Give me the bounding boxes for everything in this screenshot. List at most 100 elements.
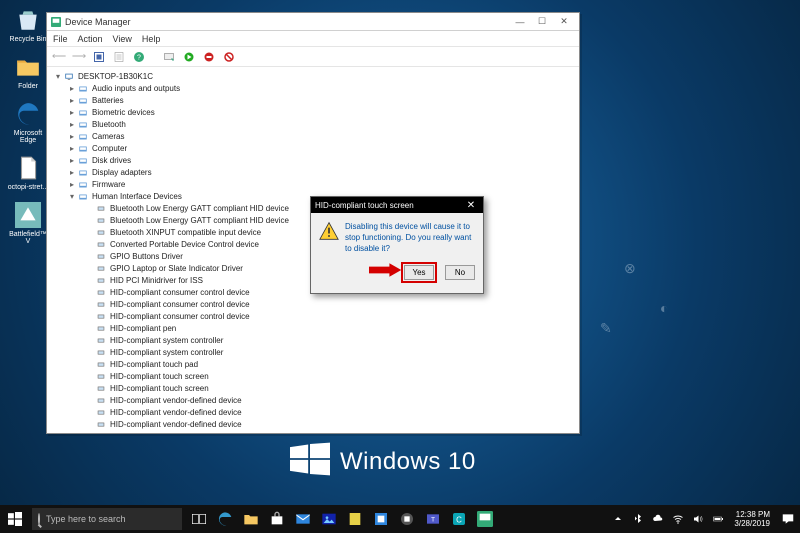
- background-doodle: ◐: [660, 300, 668, 316]
- taskbar-clock[interactable]: 12:38 PM 3/28/2019: [728, 510, 776, 528]
- taskbar-app-generic-notes[interactable]: [342, 505, 368, 533]
- taskbar-app-photos[interactable]: [316, 505, 342, 533]
- collapse-icon[interactable]: ▾: [53, 71, 63, 83]
- expand-icon[interactable]: ▸: [67, 143, 77, 155]
- expand-icon[interactable]: ▸: [67, 179, 77, 191]
- scan-button[interactable]: [161, 49, 177, 65]
- tree-device[interactable]: HID-compliant vendor-defined device: [49, 407, 577, 419]
- desktop-icon-edge[interactable]: Microsoft Edge: [6, 100, 50, 144]
- device-icon: [95, 408, 107, 418]
- tree-category[interactable]: ▸Audio inputs and outputs: [49, 83, 577, 95]
- taskbar-app-explorer[interactable]: [238, 505, 264, 533]
- desktop-icon-file[interactable]: octopi-stret...: [6, 154, 50, 191]
- expand-icon[interactable]: ▸: [67, 107, 77, 119]
- device-icon: [95, 420, 107, 430]
- minimize-button[interactable]: —: [509, 15, 531, 29]
- tree-category[interactable]: ▸Biometric devices: [49, 107, 577, 119]
- tree-device[interactable]: HID-compliant touch screen: [49, 371, 577, 383]
- tray-battery-icon[interactable]: [708, 505, 728, 533]
- tray-onedrive-icon[interactable]: [648, 505, 668, 533]
- tree-device[interactable]: HID-compliant touch pad: [49, 359, 577, 371]
- enable-button[interactable]: [181, 49, 197, 65]
- tray-volume-icon[interactable]: [688, 505, 708, 533]
- tree-device[interactable]: HID-compliant system controller: [49, 335, 577, 347]
- disable-button[interactable]: [201, 49, 217, 65]
- taskbar-app-generic-c[interactable]: C: [446, 505, 472, 533]
- taskbar-app-edge[interactable]: [212, 505, 238, 533]
- menu-file[interactable]: File: [53, 34, 68, 44]
- tree-device[interactable]: HID-compliant vendor-defined device: [49, 419, 577, 431]
- tree-device-label: HID-compliant vendor-defined device: [110, 419, 242, 431]
- tray-overflow-button[interactable]: [608, 505, 628, 533]
- tree-category-label: Cameras: [92, 131, 124, 143]
- uninstall-button[interactable]: [221, 49, 237, 65]
- taskbar-app-generic-teams[interactable]: T: [420, 505, 446, 533]
- tree-device[interactable]: HID-compliant consumer control device: [49, 299, 577, 311]
- dialog-close-button[interactable]: ✕: [463, 198, 479, 212]
- tree-category[interactable]: ▸Disk drives: [49, 155, 577, 167]
- no-button[interactable]: No: [445, 265, 475, 280]
- back-button[interactable]: ⟵: [51, 49, 67, 65]
- device-icon: [95, 336, 107, 346]
- menu-view[interactable]: View: [113, 34, 132, 44]
- tree-category[interactable]: ▸Firmware: [49, 179, 577, 191]
- tree-device[interactable]: HID-compliant consumer control device: [49, 311, 577, 323]
- desktop-icon-battlefield[interactable]: Battlefield™ V: [6, 201, 50, 245]
- tree-category[interactable]: ▸Computer: [49, 143, 577, 155]
- taskbar-app-mail[interactable]: [290, 505, 316, 533]
- expand-icon[interactable]: ▸: [67, 131, 77, 143]
- properties-button[interactable]: [111, 49, 127, 65]
- help-button[interactable]: ?: [131, 49, 147, 65]
- taskbar-app-generic-blue[interactable]: [368, 505, 394, 533]
- tray-wifi-icon[interactable]: [668, 505, 688, 533]
- tree-category[interactable]: ▸Batteries: [49, 95, 577, 107]
- device-icon: [95, 264, 107, 274]
- taskbar-app-generic-dark[interactable]: [394, 505, 420, 533]
- start-button[interactable]: [0, 505, 30, 533]
- device-icon: [95, 216, 107, 226]
- close-button[interactable]: ✕: [553, 15, 575, 29]
- task-view-button[interactable]: [186, 505, 212, 533]
- tree-device[interactable]: HID-compliant pen: [49, 323, 577, 335]
- tree-root-label: DESKTOP-1B30K1C: [78, 71, 153, 83]
- menu-help[interactable]: Help: [142, 34, 161, 44]
- dialog-titlebar[interactable]: HID-compliant touch screen ✕: [311, 197, 483, 213]
- expand-icon[interactable]: ▸: [67, 167, 77, 179]
- taskbar-app-device-manager[interactable]: [472, 505, 498, 533]
- maximize-button[interactable]: ☐: [531, 15, 553, 29]
- action-center-button[interactable]: [776, 505, 800, 533]
- taskbar-search[interactable]: Type here to search: [32, 508, 182, 530]
- collapse-icon[interactable]: ▾: [67, 191, 77, 203]
- tree-category[interactable]: ▸ Cameras: [49, 131, 577, 143]
- tree-device-label: HID-compliant system controller: [110, 347, 223, 359]
- svg-text:T: T: [431, 517, 435, 524]
- tree-device-label: GPIO Buttons Driver: [110, 251, 183, 263]
- tree-device-label: Bluetooth XINPUT compatible input device: [110, 227, 261, 239]
- windows10-watermark: Windows 10: [290, 442, 476, 481]
- tree-category[interactable]: ▸Bluetooth: [49, 119, 577, 131]
- tree-device[interactable]: HID-compliant vendor-defined device: [49, 395, 577, 407]
- tree-device[interactable]: HID-compliant system controller: [49, 347, 577, 359]
- yes-button[interactable]: Yes: [404, 265, 434, 280]
- desktop-icon-recycle-bin[interactable]: Recycle Bin: [6, 6, 50, 43]
- expand-icon[interactable]: ▸: [67, 83, 77, 95]
- taskbar-app-area: T C: [186, 505, 498, 533]
- taskbar-app-store[interactable]: [264, 505, 290, 533]
- device-icon: [95, 348, 107, 358]
- desktop-icon-folder[interactable]: Folder: [6, 53, 50, 90]
- show-hidden-button[interactable]: [91, 49, 107, 65]
- tray-bluetooth-icon[interactable]: [628, 505, 648, 533]
- device-icon: [95, 372, 107, 382]
- tree-device-label: HID-compliant consumer control device: [110, 299, 250, 311]
- tree-category[interactable]: ▸Display adapters: [49, 167, 577, 179]
- forward-button[interactable]: ⟶: [71, 49, 87, 65]
- category-icon: [77, 96, 89, 106]
- titlebar[interactable]: Device Manager — ☐ ✕: [47, 13, 579, 31]
- tree-root[interactable]: ▾ DESKTOP-1B30K1C: [49, 71, 577, 83]
- menu-action[interactable]: Action: [78, 34, 103, 44]
- expand-icon[interactable]: ▸: [67, 95, 77, 107]
- expand-icon[interactable]: ▸: [67, 155, 77, 167]
- expand-icon[interactable]: ▸: [67, 119, 77, 131]
- tree-device[interactable]: HID-compliant touch screen: [49, 383, 577, 395]
- device-icon: [95, 312, 107, 322]
